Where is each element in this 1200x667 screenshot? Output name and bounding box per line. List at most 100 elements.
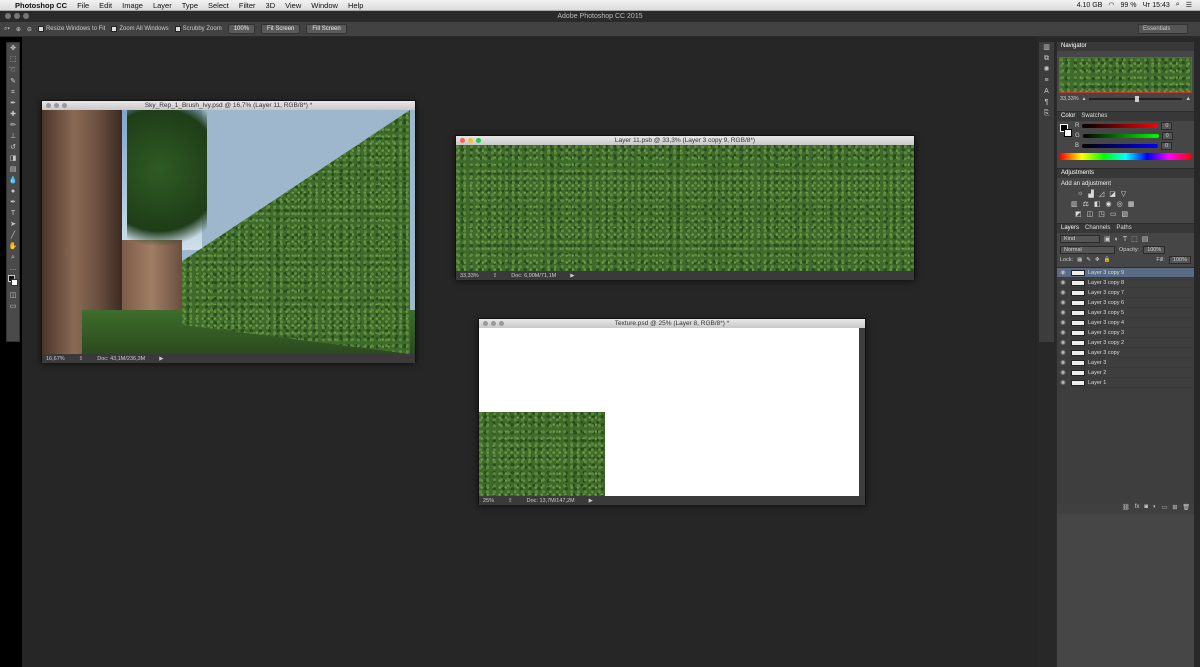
menu-type[interactable]: Type xyxy=(177,1,203,10)
selective-color-icon[interactable]: ▧ xyxy=(1122,210,1129,218)
close-icon[interactable] xyxy=(460,138,465,143)
link-layers-icon[interactable]: ⛓ xyxy=(1122,504,1130,514)
visibility-eye-icon[interactable]: ◉ xyxy=(1057,349,1069,356)
document-canvas[interactable] xyxy=(479,328,865,496)
layer-name[interactable]: Layer 3 copy 7 xyxy=(1088,290,1124,296)
pen-tool-icon[interactable]: ✒ xyxy=(7,198,19,207)
gradient-tool-icon[interactable]: ▤ xyxy=(7,165,19,174)
zoom-tool-icon[interactable]: ⌕▾ xyxy=(4,26,10,33)
tab-color[interactable]: Color xyxy=(1061,112,1075,121)
visibility-eye-icon[interactable]: ◉ xyxy=(1057,329,1069,336)
color-spectrum[interactable] xyxy=(1060,153,1191,160)
zoom-tool-icon[interactable]: ⌕ xyxy=(7,253,19,262)
dodge-tool-icon[interactable]: ● xyxy=(7,187,19,196)
photo-filter-icon[interactable]: ◉ xyxy=(1106,200,1112,208)
filter-type-icon[interactable]: T xyxy=(1123,236,1127,243)
layer-row[interactable]: ◉ Layer 3 copy 4 xyxy=(1057,318,1194,328)
zoom-button[interactable] xyxy=(23,13,29,19)
wifi-icon[interactable]: ◠ xyxy=(1108,1,1114,9)
layer-name[interactable]: Layer 3 copy 4 xyxy=(1088,320,1124,326)
menu-layer[interactable]: Layer xyxy=(148,1,177,10)
navigator-preview[interactable] xyxy=(1059,57,1192,93)
zoom-out-icon[interactable]: ⊖ xyxy=(27,26,32,33)
color-lookup-icon[interactable]: ▦ xyxy=(1128,200,1135,208)
menu-filter[interactable]: Filter xyxy=(234,1,261,10)
menu-app[interactable]: Photoshop CC xyxy=(10,1,72,10)
layer-row[interactable]: ◉ Layer 3 copy 6 xyxy=(1057,298,1194,308)
move-tool-icon[interactable]: ✥ xyxy=(7,44,19,53)
eyedropper-tool-icon[interactable]: ✒ xyxy=(7,99,19,108)
exposure-icon[interactable]: ◪ xyxy=(1109,190,1116,198)
layer-name[interactable]: Layer 3 copy 9 xyxy=(1088,270,1124,276)
character-icon[interactable]: A xyxy=(1041,87,1053,96)
shape-tool-icon[interactable]: ╱ xyxy=(7,231,19,240)
more-tools-icon[interactable]: … xyxy=(7,264,19,273)
layer-row[interactable]: ◉ Layer 3 copy 7 xyxy=(1057,288,1194,298)
clone-source-icon[interactable]: ⎘ xyxy=(1041,109,1053,118)
hue-sat-icon[interactable]: ▥ xyxy=(1071,200,1078,208)
layer-thumbnail[interactable] xyxy=(1071,319,1085,326)
layer-name[interactable]: Layer 2 xyxy=(1088,370,1106,376)
layer-filter-kind[interactable]: Kind xyxy=(1060,235,1100,243)
layer-row[interactable]: ◉ Layer 1 xyxy=(1057,378,1194,388)
fill-screen-button[interactable]: Fill Screen xyxy=(306,24,347,34)
visibility-eye-icon[interactable]: ◉ xyxy=(1057,279,1069,286)
layer-thumbnail[interactable] xyxy=(1071,339,1085,346)
filter-pixel-icon[interactable]: ▣ xyxy=(1104,235,1111,243)
zoom-in-icon[interactable]: ⊕ xyxy=(16,26,21,33)
tab-navigator[interactable]: Navigator xyxy=(1061,42,1087,51)
screen-mode-icon[interactable]: ▭ xyxy=(7,302,19,311)
clock[interactable]: Чт 15:43 xyxy=(1142,2,1169,9)
opacity-field[interactable]: 100% xyxy=(1143,246,1166,254)
blue-value[interactable]: 0 xyxy=(1161,142,1173,150)
blue-slider[interactable] xyxy=(1082,144,1159,148)
search-icon[interactable]: ⌕ xyxy=(1176,1,1180,9)
minimize-icon[interactable] xyxy=(54,103,59,108)
curves-icon[interactable]: ◿ xyxy=(1099,190,1104,198)
document-canvas[interactable] xyxy=(42,110,415,354)
layer-name[interactable]: Layer 3 copy 3 xyxy=(1088,330,1124,336)
layer-thumbnail[interactable] xyxy=(1071,309,1085,316)
delete-layer-icon[interactable]: 🗑 xyxy=(1182,504,1190,514)
clone-stamp-tool-icon[interactable]: ⊥ xyxy=(7,132,19,141)
blend-mode-select[interactable]: Normal xyxy=(1060,246,1115,254)
menu-image[interactable]: Image xyxy=(117,1,148,10)
marquee-tool-icon[interactable]: ⬚ xyxy=(7,55,19,64)
layer-row[interactable]: ◉ Layer 3 copy 5 xyxy=(1057,308,1194,318)
quick-mask-icon[interactable]: ◫ xyxy=(7,291,19,300)
menu-help[interactable]: Help xyxy=(343,1,368,10)
new-layer-icon[interactable]: ⊞ xyxy=(1172,504,1177,514)
menu-edit[interactable]: Edit xyxy=(94,1,117,10)
fit-screen-button[interactable]: Fit Screen xyxy=(261,24,301,34)
minimize-button[interactable] xyxy=(14,13,20,19)
posterize-icon[interactable]: ◫ xyxy=(1087,210,1094,218)
minimize-icon[interactable] xyxy=(491,321,496,326)
layer-name[interactable]: Layer 3 copy xyxy=(1088,350,1120,356)
red-value[interactable]: 0 xyxy=(1161,122,1173,130)
gradient-map-icon[interactable]: ▭ xyxy=(1110,210,1117,218)
layer-thumbnail[interactable] xyxy=(1071,379,1085,386)
visibility-eye-icon[interactable]: ◉ xyxy=(1057,379,1069,386)
close-icon[interactable] xyxy=(483,321,488,326)
eraser-tool-icon[interactable]: ◨ xyxy=(7,154,19,163)
vibrance-icon[interactable]: ▽ xyxy=(1121,190,1126,198)
quick-select-tool-icon[interactable]: ✎ xyxy=(7,77,19,86)
type-tool-icon[interactable]: T xyxy=(7,209,19,218)
zoom-100-button[interactable]: 100% xyxy=(227,24,256,34)
brush-tool-icon[interactable]: ✏ xyxy=(7,121,19,130)
layer-style-icon[interactable]: fx xyxy=(1135,504,1140,514)
layer-name[interactable]: Layer 3 xyxy=(1088,360,1106,366)
layer-thumbnail[interactable] xyxy=(1071,299,1085,306)
layer-thumbnail[interactable] xyxy=(1071,289,1085,296)
lock-position-icon[interactable]: ✥ xyxy=(1095,257,1100,263)
brightness-icon[interactable]: ☼ xyxy=(1077,190,1083,198)
add-mask-icon[interactable]: ◙ xyxy=(1144,504,1148,514)
lock-transparency-icon[interactable]: ▦ xyxy=(1077,257,1082,263)
navigator-zoom-slider[interactable] xyxy=(1089,96,1182,102)
document-title-bar[interactable]: Sky_Rep_1_Brush_Ivy.psd @ 16,7% (Layer 1… xyxy=(42,101,415,110)
tab-adjustments[interactable]: Adjustments xyxy=(1061,169,1094,178)
path-select-tool-icon[interactable]: ➤ xyxy=(7,220,19,229)
tab-layers[interactable]: Layers xyxy=(1061,224,1079,233)
layer-thumbnail[interactable] xyxy=(1071,359,1085,366)
history-brush-tool-icon[interactable]: ↺ xyxy=(7,143,19,152)
